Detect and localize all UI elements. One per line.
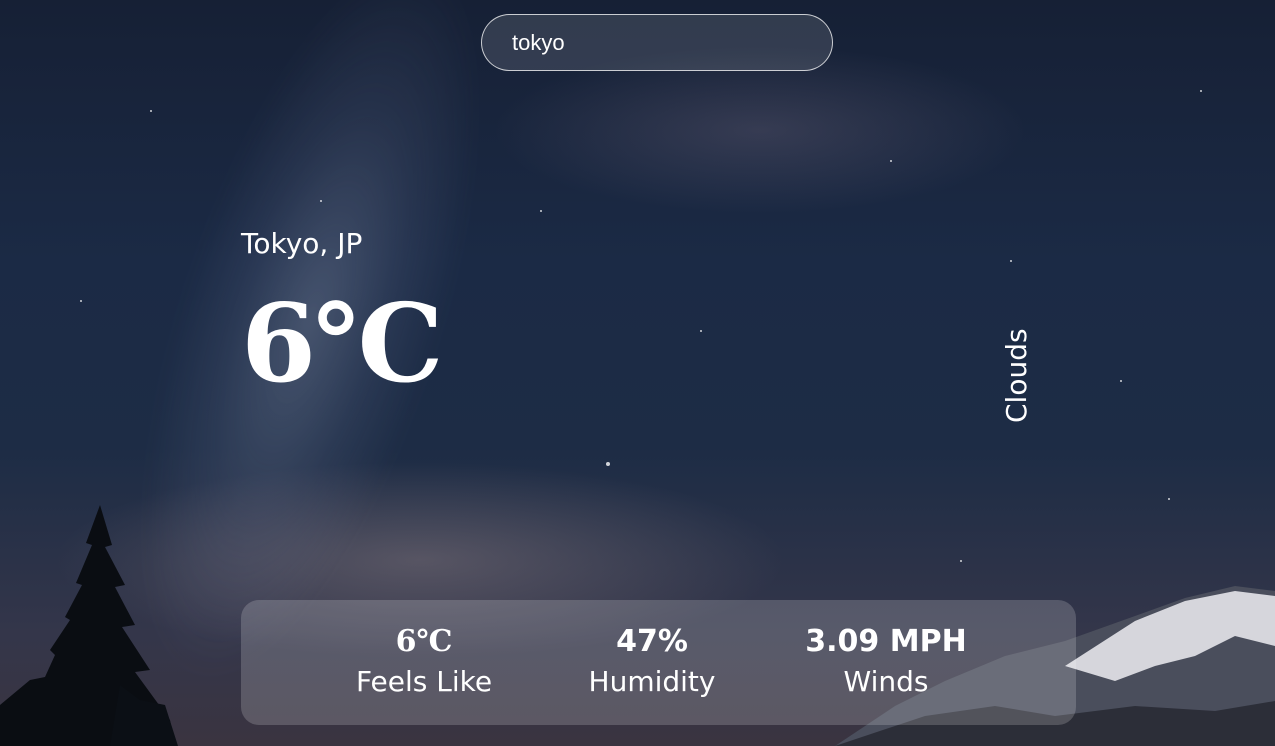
wind-value: 3.09 MPH (805, 624, 967, 659)
star (150, 110, 152, 112)
star (540, 210, 542, 212)
humidity-label: Humidity (588, 665, 716, 698)
city-search-input[interactable] (481, 14, 833, 71)
feels-like-stat: 6℃ Feels Like (356, 622, 492, 702)
location-label: Tokyo, JP (241, 227, 363, 260)
star (960, 560, 962, 562)
star (700, 330, 702, 332)
current-temperature: 6℃ (241, 281, 444, 407)
wind-stat: 3.09 MPH Winds (805, 622, 966, 702)
humidity-stat: 47% Humidity (589, 622, 716, 702)
weather-stats-panel: 6℃ Feels Like 47% Humidity 3.09 MPH Wind… (241, 600, 1076, 725)
star (1168, 498, 1170, 500)
star (890, 160, 892, 162)
star (1200, 90, 1202, 92)
star (606, 462, 610, 466)
weather-condition: Clouds (1000, 328, 1033, 423)
feels-like-value: 6℃ (395, 624, 453, 659)
feels-like-label: Feels Like (355, 665, 493, 698)
wind-label: Winds (843, 665, 929, 698)
tree-silhouette (0, 505, 178, 746)
star (80, 300, 82, 302)
star (1120, 380, 1122, 382)
star (1010, 260, 1012, 262)
humidity-value: 47% (616, 624, 688, 659)
